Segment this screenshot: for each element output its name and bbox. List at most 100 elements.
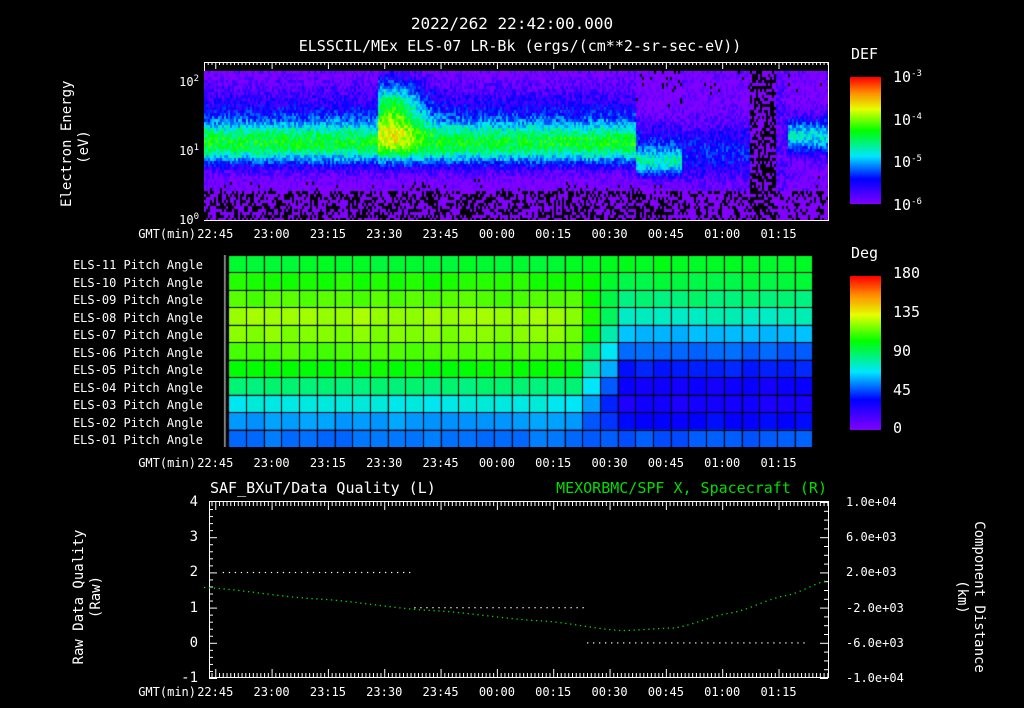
data-quality-point (234, 571, 237, 574)
data-quality-point (534, 607, 536, 609)
spacecraft-x-point (804, 588, 806, 590)
data-quality-point (228, 571, 231, 574)
time-tick-label: 22:45 (197, 685, 234, 699)
left-series-title: SAF_BXuT/Data Quality (L) (210, 479, 436, 497)
time-tick-label: 23:00 (253, 685, 290, 699)
data-quality-point (372, 571, 375, 574)
def-colorbar-tick: 10-6 (893, 194, 922, 213)
spacecraft-x-point (467, 612, 469, 615)
data-quality-point (546, 607, 548, 609)
distance-tick: 2.0e+03 (846, 565, 897, 580)
spacecraft-x-point (633, 629, 635, 631)
data-quality-point (252, 571, 255, 574)
data-quality-point (420, 607, 422, 609)
spacecraft-x-point (662, 627, 665, 630)
data-quality-point (294, 571, 297, 574)
def-colorbar-tick: 10-3 (893, 66, 922, 85)
spacecraft-x-point (350, 601, 352, 603)
data-quality-point (403, 571, 405, 574)
spacecraft-x-point (794, 592, 796, 594)
data-quality-point (390, 571, 393, 574)
time-tick-label: 23:30 (366, 456, 403, 470)
data-quality-point (330, 571, 333, 574)
spacecraft-x-point (365, 603, 367, 605)
spacecraft-x-point (291, 596, 294, 598)
spacecraft-x-point (438, 610, 440, 612)
time-tick-label: 01:00 (704, 685, 741, 699)
spacecraft-x-point (628, 629, 630, 632)
data-quality-point (510, 607, 512, 609)
spacecraft-x-point (784, 594, 787, 597)
energy-axis-label: Electron Energy (eV) (59, 81, 93, 207)
spacecraft-x-point (521, 618, 523, 621)
data-quality-point (611, 642, 613, 644)
spacecraft-x-point (228, 588, 230, 591)
data-quality-point (438, 607, 440, 609)
spacecraft-x-point (286, 595, 289, 598)
spacecraft-x-point (565, 622, 567, 625)
spacecraft-x-point (701, 619, 704, 622)
tick-base: 10 (893, 68, 912, 86)
data-quality-point (282, 571, 285, 574)
data-quality-point (246, 571, 249, 574)
data-quality-point (288, 571, 291, 574)
energy-tick-label: 102 (179, 71, 199, 90)
spacecraft-x-point (369, 603, 372, 605)
spacecraft-x-point (560, 622, 562, 624)
data-quality-point (498, 607, 500, 609)
spacecraft-x-point (819, 582, 821, 584)
spacecraft-x-point (594, 627, 596, 629)
data-quality-point (671, 642, 673, 644)
time-tick-label: 00:30 (591, 456, 628, 470)
data-quality-point (456, 607, 458, 609)
spacecraft-x-point (726, 612, 728, 615)
spacecraft-x-point (482, 614, 484, 616)
spacecraft-x-point (682, 625, 684, 627)
data-quality-point (324, 571, 327, 574)
pitch-angle-row-label: ELS-02 Pitch Angle (72, 415, 203, 430)
data-quality-point (384, 571, 387, 574)
data-quality-point (773, 642, 775, 644)
tick-exponent: -3 (911, 69, 922, 79)
data-quality-point (552, 607, 554, 609)
data-quality-point (540, 607, 542, 609)
spacecraft-x-point (721, 613, 723, 616)
data-quality-point (360, 571, 363, 574)
electron-spectrogram (204, 71, 828, 220)
tick-exponent: -5 (911, 154, 922, 164)
spacecraft-x-point (589, 626, 591, 628)
spacecraft-x-point (374, 604, 377, 606)
time-tick-label: 01:15 (760, 685, 797, 699)
data-quality-point (564, 607, 566, 609)
spacecraft-x-point (296, 596, 299, 599)
data-quality-point (623, 642, 625, 644)
pitch-angle-row-label: ELS-05 Pitch Angle (72, 363, 203, 377)
data-quality-point (641, 642, 643, 644)
data-quality-point (276, 571, 279, 574)
data-quality-point (635, 642, 637, 644)
spacecraft-x-point (697, 621, 699, 623)
spacecraft-x-point (316, 598, 318, 600)
spacecraft-x-point (584, 625, 587, 627)
data-quality-tick: 2 (189, 564, 198, 581)
data-quality-point (593, 642, 595, 644)
data-quality-point (803, 642, 805, 644)
data-quality-point (761, 642, 763, 644)
spacecraft-x-point (384, 605, 386, 607)
data-quality-point (791, 642, 793, 644)
data-quality-point (701, 642, 703, 644)
distance-tick: 1.0e+04 (846, 495, 897, 509)
data-quality-point (222, 571, 225, 574)
time-tick-label: 23:45 (422, 456, 459, 470)
spacecraft-x-point (321, 598, 323, 600)
spacecraft-x-point (706, 618, 709, 620)
tick-base: 10 (179, 213, 194, 227)
spacecraft-x-point (775, 597, 777, 599)
time-tick-label: 22:45 (197, 227, 234, 241)
spacecraft-x-point (277, 594, 279, 596)
data-quality-point (713, 642, 715, 644)
data-quality-point (779, 642, 781, 644)
spacecraft-x-point (223, 588, 225, 590)
tick-exponent: -6 (911, 197, 922, 207)
data-quality-point (474, 607, 476, 609)
